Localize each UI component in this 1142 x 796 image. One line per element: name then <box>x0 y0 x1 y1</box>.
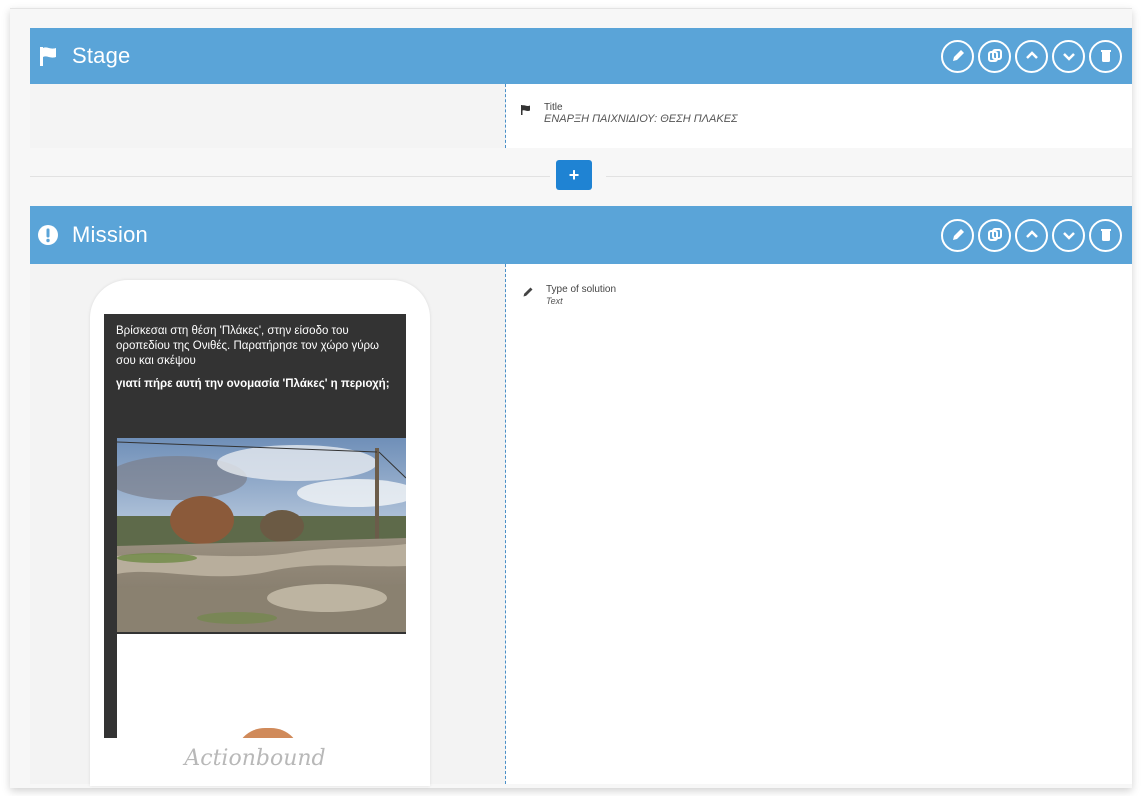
mission-actions <box>941 218 1122 252</box>
move-down-icon[interactable] <box>1052 218 1085 252</box>
stage-title: Stage <box>72 43 131 68</box>
edit-icon[interactable] <box>941 218 974 252</box>
plus-icon: + <box>568 165 580 185</box>
add-divider-left <box>30 176 550 177</box>
property-value: Text <box>546 296 563 306</box>
delete-icon[interactable] <box>1089 39 1122 73</box>
mission-question: γιατί πήρε αυτή την ονομασία 'Πλάκες' η … <box>116 378 390 390</box>
property-label: Type of solution <box>546 284 617 295</box>
move-up-icon[interactable] <box>1015 218 1048 252</box>
duplicate-icon[interactable] <box>978 39 1011 73</box>
mission-text: Βρίσκεσαι στη θέση 'Πλάκες', στην είσοδο… <box>104 314 406 392</box>
column-divider <box>505 84 506 148</box>
duplicate-icon[interactable] <box>978 218 1011 252</box>
mission-properties <box>506 264 1132 784</box>
mission-description: Βρίσκεσαι στη θέση 'Πλάκες', στην είσοδο… <box>116 325 380 367</box>
property-label: Title <box>544 102 563 113</box>
solution-type-property[interactable]: Type of solution Text <box>522 284 616 308</box>
phone-screen: Βρίσκεσαι στη θέση 'Πλάκες', στην είσοδο… <box>104 314 406 738</box>
mission-header[interactable]: Mission <box>30 206 1132 264</box>
flag-icon <box>36 44 60 68</box>
landscape-photo <box>117 438 406 632</box>
mission-photo <box>117 438 406 632</box>
edit-icon[interactable] <box>941 39 974 73</box>
thumb-shape <box>235 728 301 738</box>
photo-area-white <box>117 634 406 738</box>
column-divider <box>505 264 506 784</box>
add-element-button[interactable]: + <box>556 160 592 190</box>
pencil-icon <box>522 284 540 308</box>
flag-icon <box>520 102 538 126</box>
exclamation-icon <box>36 223 60 247</box>
move-down-icon[interactable] <box>1052 39 1085 73</box>
stage-preview-area <box>30 84 506 148</box>
stage-title-property[interactable]: Title ΕΝΑΡΞΗ ΠΑΙΧΝΙΔΙΟΥ: ΘΕΣΗ ΠΛΑΚΕΣ <box>520 102 738 126</box>
stage-header[interactable]: Stage <box>30 28 1132 84</box>
property-value: ΕΝΑΡΞΗ ΠΑΙΧΝΙΔΙΟΥ: ΘΕΣΗ ΠΛΑΚΕΣ <box>544 113 738 125</box>
add-divider-right <box>606 176 1132 177</box>
delete-icon[interactable] <box>1089 218 1122 252</box>
move-up-icon[interactable] <box>1015 39 1048 73</box>
mission-title: Mission <box>72 222 148 247</box>
actionbound-logo: Actionbound <box>184 746 326 771</box>
stage-actions <box>941 39 1122 73</box>
